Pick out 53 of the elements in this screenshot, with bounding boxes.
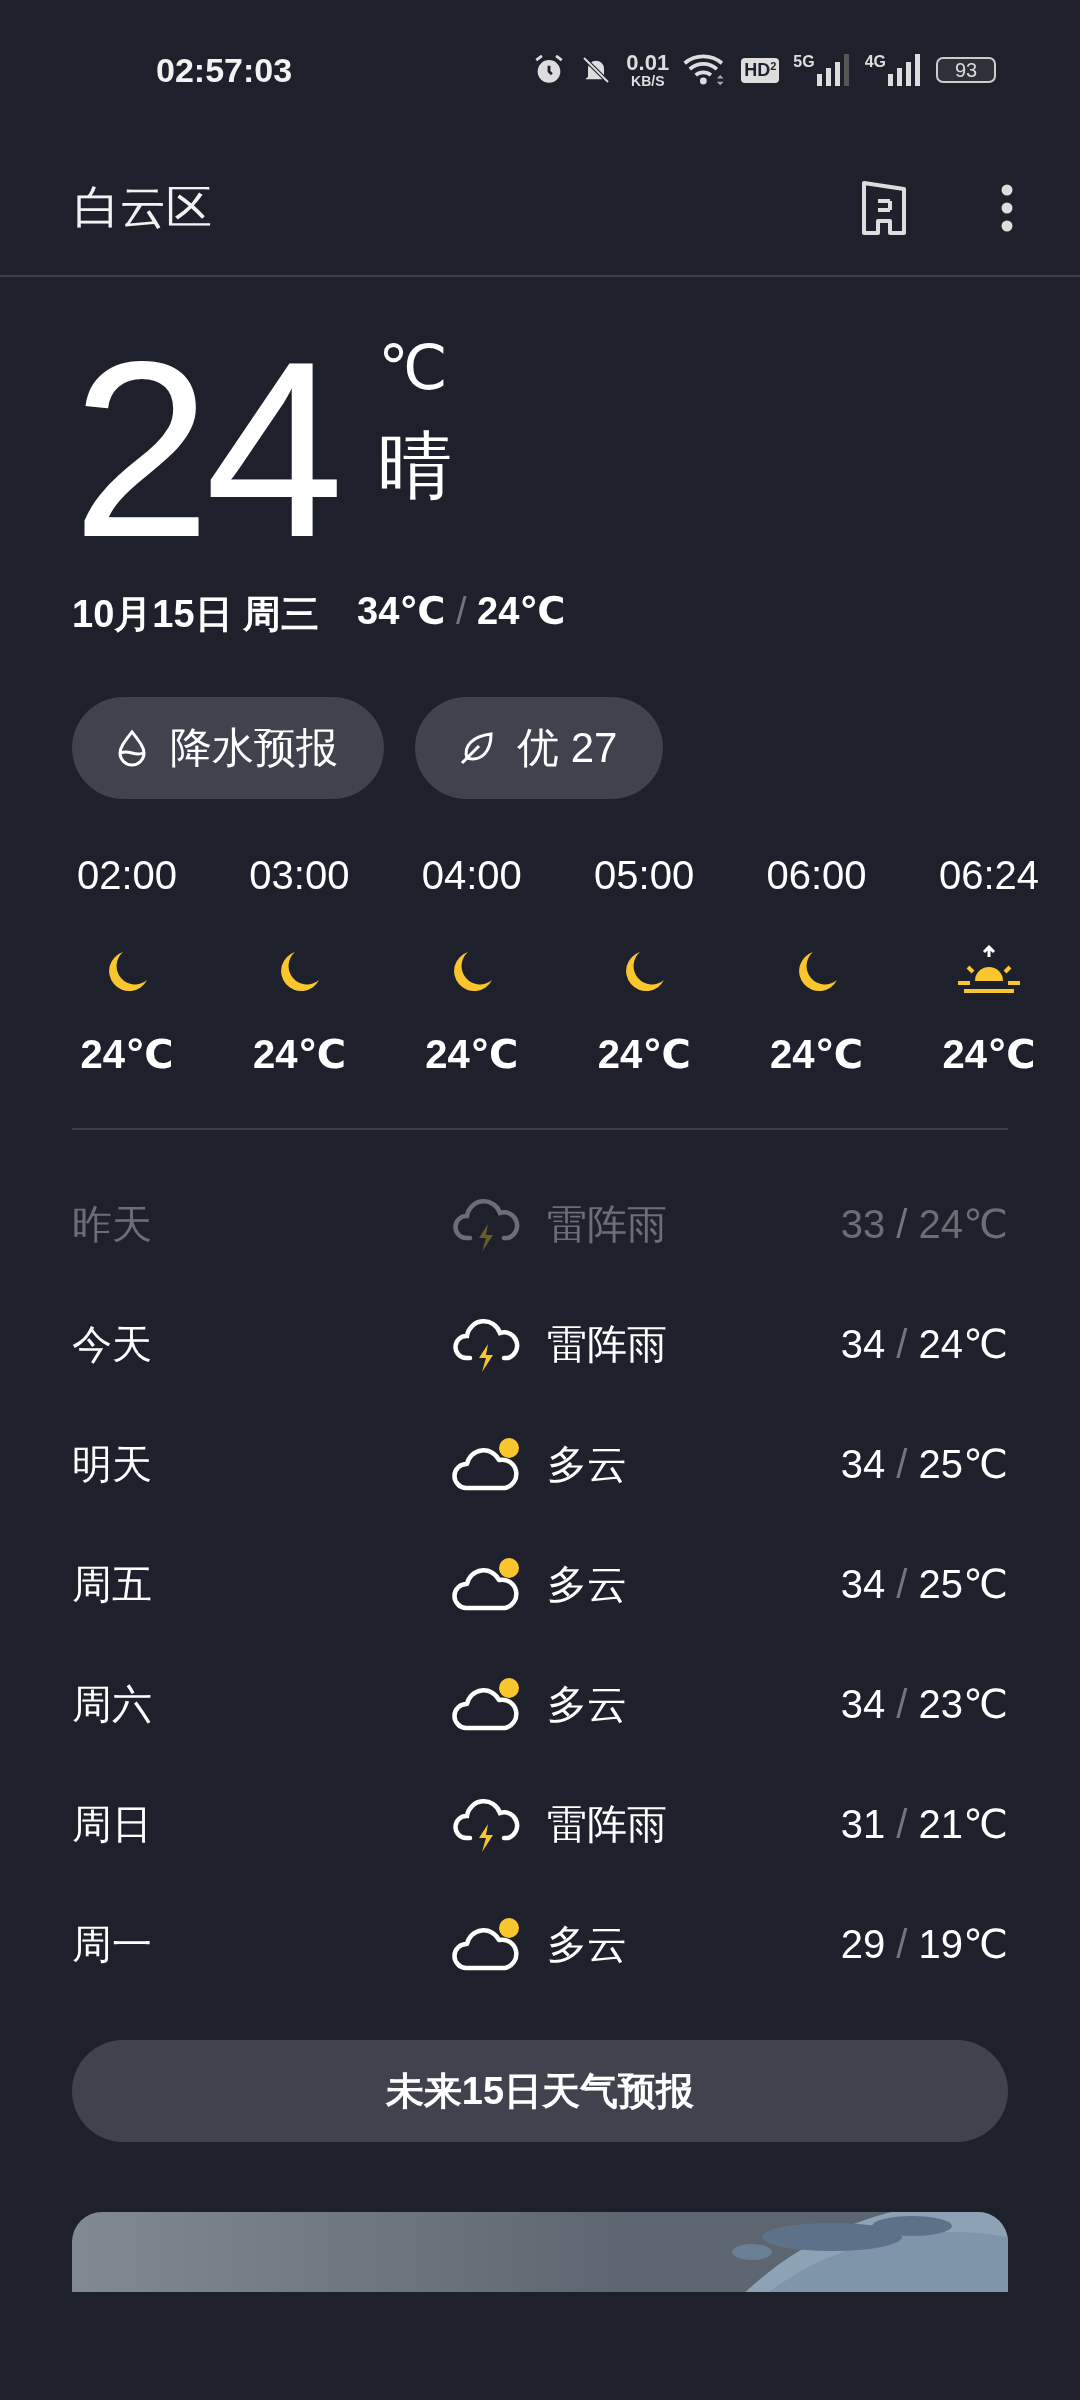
day-temperature-range: 34 / 25℃ [840, 1441, 1008, 1487]
day-condition: 多云 [547, 1680, 627, 1728]
drop-icon [116, 729, 148, 767]
hour-time: 02:00 [76, 853, 178, 899]
day-temperature-range: 29 / 19℃ [840, 1921, 1008, 1967]
hour-temperature: 24℃ [425, 1031, 519, 1077]
day-label: 明天 [72, 1440, 153, 1488]
current-condition: 晴 [378, 429, 453, 503]
hour-temperature: 24℃ [80, 1031, 174, 1077]
day-temperature-range: 34 / 23℃ [840, 1681, 1008, 1727]
hour-temperature: 24℃ [252, 1031, 346, 1077]
precipitation-chip[interactable]: 降水预报 [72, 697, 384, 799]
day-temperature-range: 34 / 25℃ [840, 1561, 1008, 1607]
signal-icon [888, 54, 922, 86]
day-condition: 多云 [547, 1920, 627, 1968]
current-temperature: 24 [72, 325, 339, 577]
hour-time: 06:24 [938, 853, 1039, 899]
temperature-unit: ℃ [378, 337, 449, 399]
hour-time: 06:00 [766, 853, 867, 899]
hour-temperature: 24℃ [942, 1031, 1036, 1077]
day-temperature-range: 31 / 21℃ [840, 1801, 1008, 1847]
network-type: 5G [793, 54, 815, 70]
location-title: 白云区 [74, 179, 212, 235]
hour-temperature: 24℃ [597, 1031, 691, 1077]
leaf-icon [459, 730, 495, 766]
day-condition: 多云 [547, 1440, 627, 1488]
temperature-range: 34℃ / 24℃ [357, 589, 566, 634]
hour-time: 04:00 [421, 853, 522, 899]
current-date: 10月15日 周三 [72, 592, 320, 637]
day-label: 周日 [72, 1800, 153, 1848]
hour-time: 03:00 [249, 853, 350, 899]
day-label: 昨天 [72, 1200, 153, 1248]
status-time: 02:57:03 [156, 50, 293, 90]
day-temperature-range: 34 / 24℃ [840, 1321, 1008, 1367]
day-condition: 雷阵雨 [547, 1800, 667, 1848]
day-label: 今天 [72, 1320, 153, 1368]
day-condition: 雷阵雨 [547, 1200, 667, 1248]
day-temperature-range: 33 / 24℃ [840, 1201, 1008, 1247]
fifteen-day-forecast-button[interactable]: 未来15日天气预报 [72, 2040, 1008, 2142]
day-label: 周五 [72, 1560, 153, 1608]
day-condition: 雷阵雨 [547, 1320, 667, 1368]
air-quality-chip[interactable]: 优 27 [415, 697, 664, 799]
network-type: 4G [864, 54, 886, 70]
hour-time: 05:00 [594, 853, 695, 899]
signal-icon [816, 54, 851, 86]
battery-indicator: 93 [936, 57, 996, 83]
day-label: 周一 [72, 1920, 153, 1968]
hour-temperature: 24℃ [770, 1031, 864, 1077]
more-icon[interactable] [1000, 182, 1014, 233]
network-speed: 0.01 KB/S [626, 52, 670, 88]
day-label: 周六 [72, 1680, 153, 1728]
building-icon[interactable] [860, 178, 908, 237]
day-condition: 多云 [547, 1560, 627, 1608]
